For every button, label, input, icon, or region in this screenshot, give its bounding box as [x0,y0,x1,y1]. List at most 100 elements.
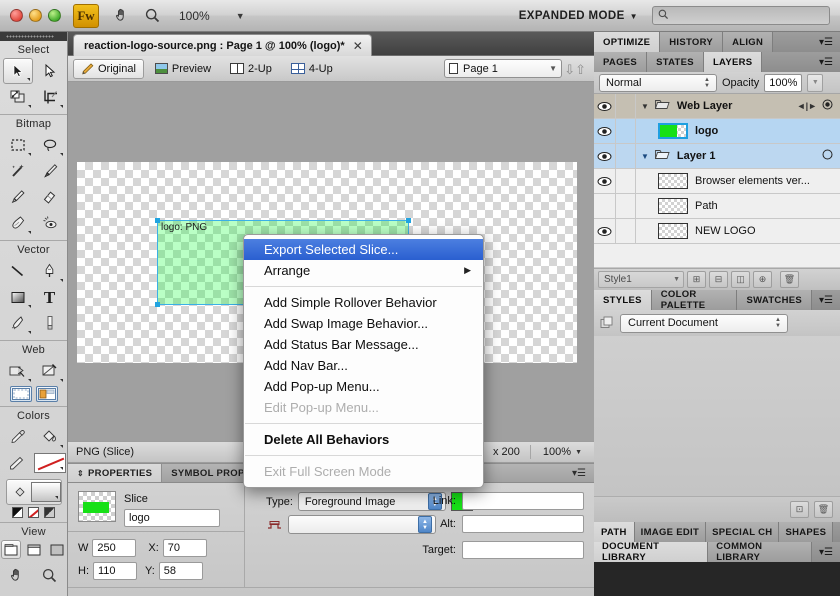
freeform-tool[interactable] [3,310,33,336]
styles-grid[interactable] [594,336,840,496]
tab-4up[interactable]: 4-Up [283,59,341,79]
hotspot-tool[interactable] [3,358,33,384]
x-input[interactable]: 70 [162,539,207,557]
menu-item-add-status-bar-message[interactable]: Add Status Bar Message... [244,334,483,355]
eraser-tool[interactable] [35,184,65,210]
canvas-zoom-selector[interactable]: 100% ▼ [531,446,594,458]
select-layer-radio[interactable] [822,99,833,113]
blend-mode-select[interactable]: Normal ▲ ▼ [599,73,717,92]
brush-tool[interactable] [35,158,65,184]
menu-item-add-nav-bar[interactable]: Add Nav Bar... [244,355,483,376]
show-slices-button[interactable] [35,386,58,402]
menu-item-add-popup-menu[interactable]: Add Pop-up Menu... [244,376,483,397]
visibility-toggle[interactable] [594,219,616,243]
layer-row-layer1[interactable]: ▼ Layer 1 [594,144,840,169]
hand-tool-icon[interactable] [107,3,137,29]
lock-toggle[interactable] [616,119,636,143]
opacity-slider-button[interactable]: ▼ [807,73,824,92]
tab-states[interactable]: STATES [647,52,704,72]
layer-row-web-layer[interactable]: ▼ Web Layer ◄|► [594,94,840,119]
paint-bucket-tool[interactable] [35,424,65,450]
lasso-tool[interactable] [35,132,65,158]
panel-menu-icon[interactable]: ▾☰ [812,290,840,310]
lock-toggle[interactable] [616,144,636,168]
panel-menu-icon[interactable]: ▾☰ [812,52,840,72]
hand-tool[interactable] [3,562,33,588]
delete-style-button[interactable]: 🗑 [814,501,833,518]
tab-shapes[interactable]: SHAPES [779,522,834,542]
menu-item-add-swap-image-behavior[interactable]: Add Swap Image Behavior... [244,313,483,334]
tab-color-palette[interactable]: COLOR PALETTE [651,289,738,311]
tab-preview[interactable]: Preview [147,59,219,79]
stepper-icon[interactable]: ▲ ▼ [772,315,784,331]
toolbox-drag-handle[interactable] [0,32,67,41]
slice-context-menu[interactable]: Export Selected Slice... Arrange ▶ Add S… [243,234,484,488]
slice-tool[interactable] [35,358,65,384]
tab-styles[interactable]: STYLES [594,290,652,310]
menu-item-export-selected-slice[interactable]: Export Selected Slice... [244,239,483,260]
lock-toggle[interactable] [616,169,636,193]
visibility-toggle[interactable] [594,119,616,143]
marquee-tool[interactable] [3,132,33,158]
width-input[interactable]: 250 [92,539,137,557]
tab-path[interactable]: PATH [594,522,635,542]
panel-menu-icon[interactable]: ▾☰ [812,542,840,562]
link-input[interactable] [462,492,584,510]
rubber-stamp-tool[interactable] [35,210,65,236]
slice-name-input[interactable]: logo [124,509,220,527]
standard-screen-mode-button[interactable] [0,540,21,559]
y-input[interactable]: 58 [158,562,203,580]
tab-swatches[interactable]: SWATCHES [737,290,813,310]
sort-pages-icon[interactable]: ⇩⇧ [564,62,586,78]
swap-colors-button[interactable] [44,507,55,518]
eyedropper-tool[interactable] [3,424,33,450]
disclosure-triangle-icon[interactable]: ▼ [641,102,649,111]
menu-item-add-simple-rollover-behavior[interactable]: Add Simple Rollover Behavior [244,292,483,313]
pointer-tool[interactable] [2,58,33,84]
tab-2up[interactable]: 2-Up [222,59,280,79]
lock-toggle[interactable] [616,194,636,218]
visibility-toggle[interactable] [594,94,616,118]
layer-row-path[interactable]: Path [594,194,840,219]
alt-input[interactable] [462,515,584,533]
layers-list[interactable]: ▼ Web Layer ◄|► logo ▼ Layer 1 Browser e… [594,94,840,268]
lock-toggle[interactable] [616,94,636,118]
full-screen-mode-button[interactable] [47,540,67,559]
rectangle-tool[interactable] [3,284,33,310]
document-tab[interactable]: reaction-logo-source.png : Page 1 @ 100%… [73,34,372,56]
no-fill-button[interactable] [28,507,39,518]
knife-tool[interactable] [35,310,65,336]
new-bitmap-image-button[interactable]: ⊞ [687,271,706,288]
panel-menu-icon[interactable]: ▾☰ [564,464,594,482]
visibility-toggle[interactable] [594,144,616,168]
tab-document-library[interactable]: DOCUMENT LIBRARY [594,541,709,563]
fill-color-control[interactable] [5,479,62,505]
slice-handle-top-left[interactable] [155,218,160,223]
layers-empty-area[interactable] [594,244,840,268]
new-sub-layer-button[interactable]: ⊟ [709,271,728,288]
subselection-tool[interactable] [35,58,65,84]
blur-tool[interactable] [3,210,33,236]
tab-properties[interactable]: ⇕ PROPERTIES [68,464,163,482]
text-tool[interactable]: T [35,284,65,310]
tab-pages[interactable]: PAGES [594,52,648,72]
default-colors-button[interactable] [12,507,23,518]
target-input[interactable] [462,541,584,559]
zoom-tool-icon[interactable] [137,3,167,29]
stroke-color-well[interactable] [33,453,66,473]
tab-common-library[interactable]: COMMON LIBRARY [708,541,813,563]
slice-handle-top-right[interactable] [406,218,411,223]
maximize-window-button[interactable] [48,9,61,22]
stepper-icon[interactable]: ▲ ▼ [701,75,713,91]
lock-toggle[interactable] [616,219,636,243]
visibility-toggle[interactable] [594,194,616,218]
layer-row-new-logo[interactable]: NEW LOGO [594,219,840,244]
layer-row-logo[interactable]: logo [594,119,840,144]
fill-color-well[interactable] [30,482,61,502]
page-selector[interactable]: Page 1 ▼ [444,59,562,78]
search-input[interactable] [652,6,830,25]
close-icon[interactable]: ✕ [353,39,363,53]
opacity-input[interactable]: 100% [764,73,803,92]
disclosure-triangle-icon[interactable]: ▼ [641,152,649,161]
delete-layer-button[interactable]: 🗑 [780,271,799,288]
